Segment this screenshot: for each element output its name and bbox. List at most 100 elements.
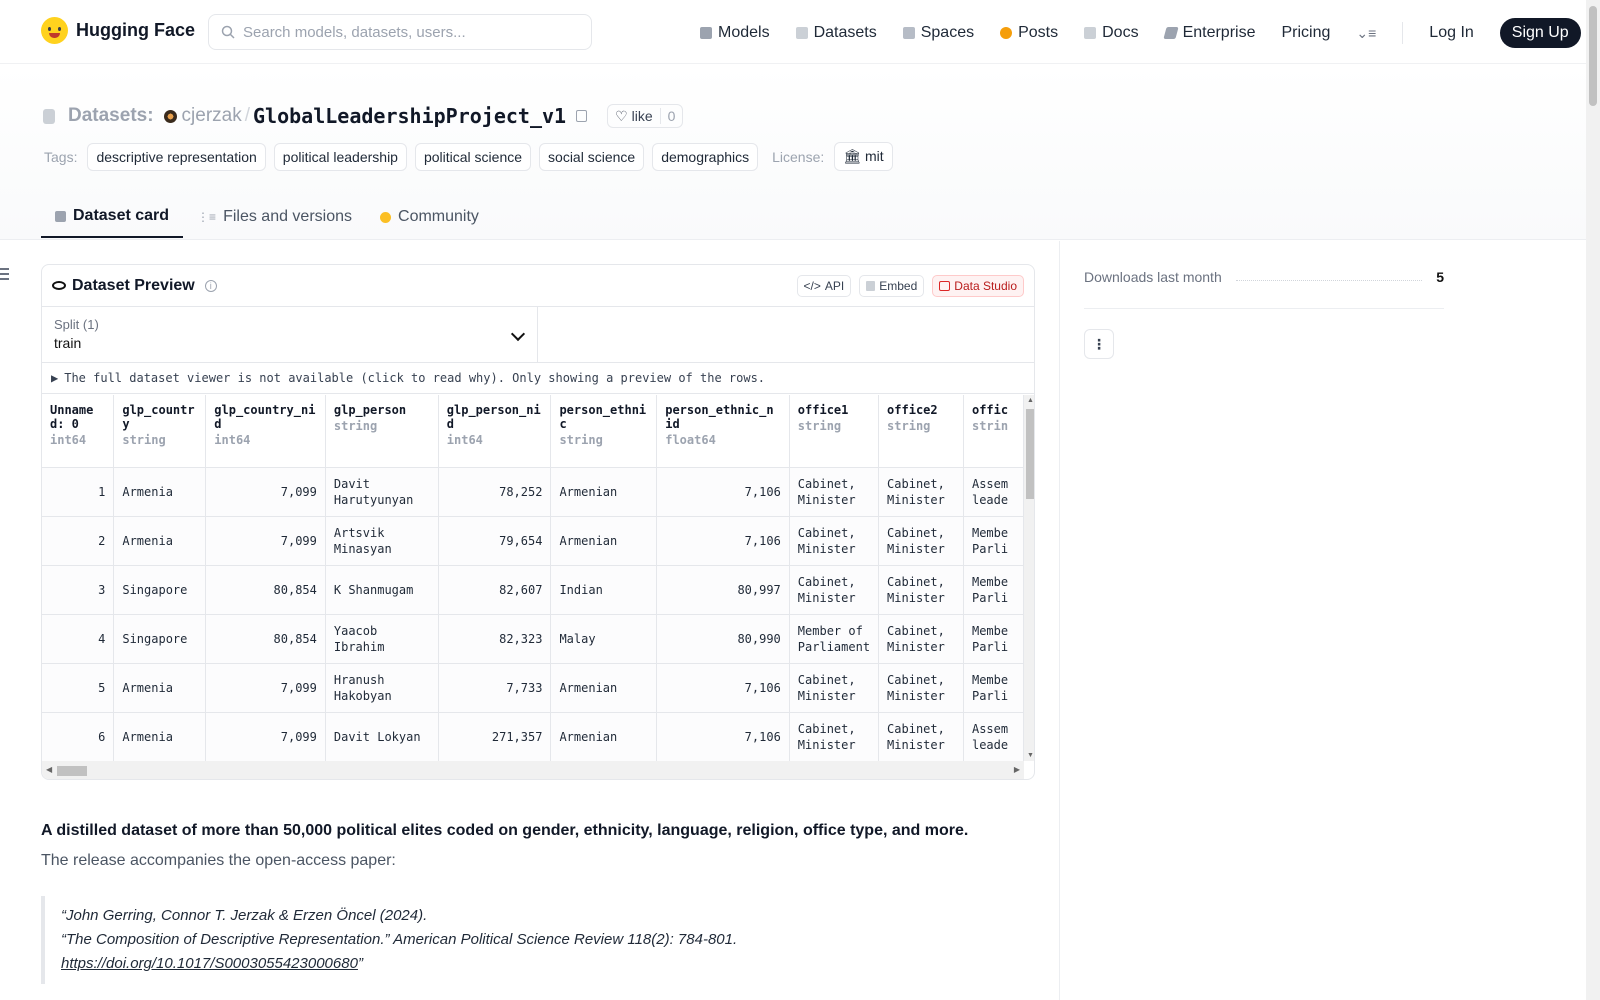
doi-link[interactable]: https://doi.org/10.1017/S000305542300068… <box>61 955 358 972</box>
tag-chip[interactable]: demographics <box>652 142 759 171</box>
column-header[interactable]: Unnamed: 0 int64 <box>42 395 115 468</box>
nav-docs-label: Docs <box>1102 24 1139 41</box>
viewer-notice[interactable]: ▶ The full dataset viewer is not availab… <box>42 363 1034 394</box>
tab-files-and-versions[interactable]: ⋮≡ Files and versions <box>183 196 366 238</box>
table-cell: Armenia <box>113 516 207 566</box>
copy-icon[interactable] <box>576 110 588 122</box>
breadcrumb-datasets-link[interactable]: Datasets: <box>68 105 154 127</box>
table-cell: 79,654 <box>438 516 552 566</box>
table-icon <box>939 280 951 291</box>
table-cell: Member of Parliament <box>789 614 880 664</box>
table-vertical-scrollbar[interactable]: ▲ ▼ <box>1024 395 1034 761</box>
nav-docs-link[interactable]: Docs <box>1084 24 1139 42</box>
table-cell: 80,854 <box>205 565 326 615</box>
table-cell: Assem leade <box>963 467 1024 517</box>
tag-chip[interactable]: social science <box>539 142 645 171</box>
table-vscroll-thumb[interactable] <box>1026 409 1034 499</box>
column-name: Unnamed: 0 <box>50 403 94 431</box>
downloads-label: Downloads last month <box>1084 269 1222 285</box>
table-cell: 7,106 <box>656 712 790 761</box>
database-icon <box>43 108 55 124</box>
table-cell: Cabinet, Minister <box>878 712 964 761</box>
dataset-name[interactable]: GlobalLeadershipProject_v1 <box>253 104 566 128</box>
search-input[interactable] <box>243 23 573 41</box>
column-header[interactable]: glp_country_nid int64 <box>205 395 326 468</box>
nav-posts-link[interactable]: Posts <box>1000 24 1058 42</box>
table-cell: 6 <box>42 712 115 761</box>
tag-chip[interactable]: descriptive representation <box>87 142 266 171</box>
logo-text: Hugging Face <box>76 20 196 40</box>
column-header[interactable]: person_ethnic string <box>550 395 658 468</box>
downloads-value: 5 <box>1436 269 1444 285</box>
table-horizontal-scrollbar[interactable]: ◀ ▶ <box>42 761 1024 779</box>
column-header[interactable]: person_ethnic_nid float64 <box>656 395 790 468</box>
table-cell: 2 <box>42 516 115 566</box>
kebab-menu-icon[interactable]: ⋮ <box>1084 329 1114 359</box>
column-header[interactable]: glp_country string <box>113 395 207 468</box>
cube-icon <box>700 27 712 39</box>
tag-chip[interactable]: political science <box>414 142 532 171</box>
column-header[interactable]: office1 string <box>789 395 880 468</box>
sidebar-toggle-icon[interactable] <box>0 268 9 280</box>
scroll-right-arrow-icon[interactable]: ▶ <box>1014 765 1020 774</box>
breadcrumb: Datasets: cjerzak / GlobalLeadershipProj… <box>43 104 684 128</box>
data-studio-button[interactable]: Data Studio <box>932 274 1024 297</box>
column-header[interactable]: offic strin <box>963 395 1024 468</box>
page-scrollbar-thumb[interactable] <box>1589 6 1597 106</box>
license-value: mit <box>864 148 884 164</box>
nav-enterprise-link[interactable]: Enterprise <box>1162 24 1255 42</box>
search-box[interactable] <box>208 14 592 50</box>
table-cell: Artsvik Minasyan <box>325 516 439 566</box>
info-icon[interactable]: i <box>204 279 217 292</box>
nav-datasets-link[interactable]: Datasets <box>795 24 877 42</box>
table-cell: 3 <box>42 565 115 615</box>
like-button[interactable]: ♡ like 0 <box>607 104 684 128</box>
table-cell: 7,099 <box>205 467 326 517</box>
table-cell: Singapore <box>113 565 207 615</box>
table-cell: 271,357 <box>438 712 552 761</box>
tag-chip[interactable]: political leadership <box>273 142 407 171</box>
table-cell: Membe Parli <box>963 663 1024 713</box>
tab-community[interactable]: Community <box>366 196 493 238</box>
embed-button[interactable]: Embed <box>859 274 925 297</box>
column-name: office2 <box>887 403 938 417</box>
tab-dataset-card[interactable]: Dataset card <box>41 196 184 238</box>
table-cell: 80,997 <box>656 565 790 615</box>
column-name: office1 <box>797 403 849 417</box>
signup-button[interactable]: Sign Up <box>1499 18 1581 48</box>
more-menu-icon[interactable]: ⌄≡ <box>1356 25 1376 42</box>
table-cell: Singapore <box>113 614 207 664</box>
nav-pricing-link[interactable]: Pricing <box>1281 24 1330 42</box>
table-cell: Armenian <box>550 467 658 517</box>
posts-icon <box>1000 27 1013 39</box>
login-link[interactable]: Log In <box>1429 24 1473 42</box>
grid-icon <box>902 27 915 39</box>
breadcrumb-user-link[interactable]: cjerzak <box>182 105 242 127</box>
user-avatar[interactable] <box>163 109 177 123</box>
bank-icon: 🏛︎ <box>843 148 862 164</box>
dataset-preview: Dataset Preview i </> API Embed Data Stud… <box>41 264 1035 780</box>
table-cell: Membe Parli <box>963 516 1024 566</box>
nav-models-link[interactable]: Models <box>700 24 770 42</box>
api-button[interactable]: </> API <box>796 274 852 297</box>
column-name: glp_person <box>333 403 407 417</box>
table-cell: 7,106 <box>656 516 790 566</box>
embed-icon <box>866 280 876 291</box>
column-header[interactable]: glp_person string <box>325 395 439 468</box>
license-chip[interactable]: 🏛︎ mit <box>834 142 893 171</box>
scroll-left-arrow-icon[interactable]: ◀ <box>46 765 52 774</box>
column-header[interactable]: office2 string <box>878 395 964 468</box>
scroll-up-arrow-icon[interactable]: ▲ <box>1027 397 1034 404</box>
column-header[interactable]: glp_person_nid int64 <box>438 395 552 468</box>
split-select[interactable]: Split (1) train <box>42 307 538 362</box>
preview-table: Unnamed: 0 int64 glp_country string glp_coun… <box>42 395 1024 761</box>
home-logo-link[interactable]: Hugging Face <box>41 17 195 44</box>
dataset-tabs: Dataset card ⋮≡ Files and versions Commun… <box>41 196 493 240</box>
scroll-down-arrow-icon[interactable]: ▼ <box>1027 752 1034 759</box>
table-hscroll-thumb[interactable] <box>57 766 87 776</box>
table-cell: 80,854 <box>205 614 326 664</box>
card-lead: A distilled dataset of more than 50,000 … <box>41 822 969 839</box>
table-cell: 7,106 <box>656 467 790 517</box>
nav-spaces-link[interactable]: Spaces <box>902 24 974 42</box>
page-scrollbar[interactable] <box>1586 0 1600 1000</box>
